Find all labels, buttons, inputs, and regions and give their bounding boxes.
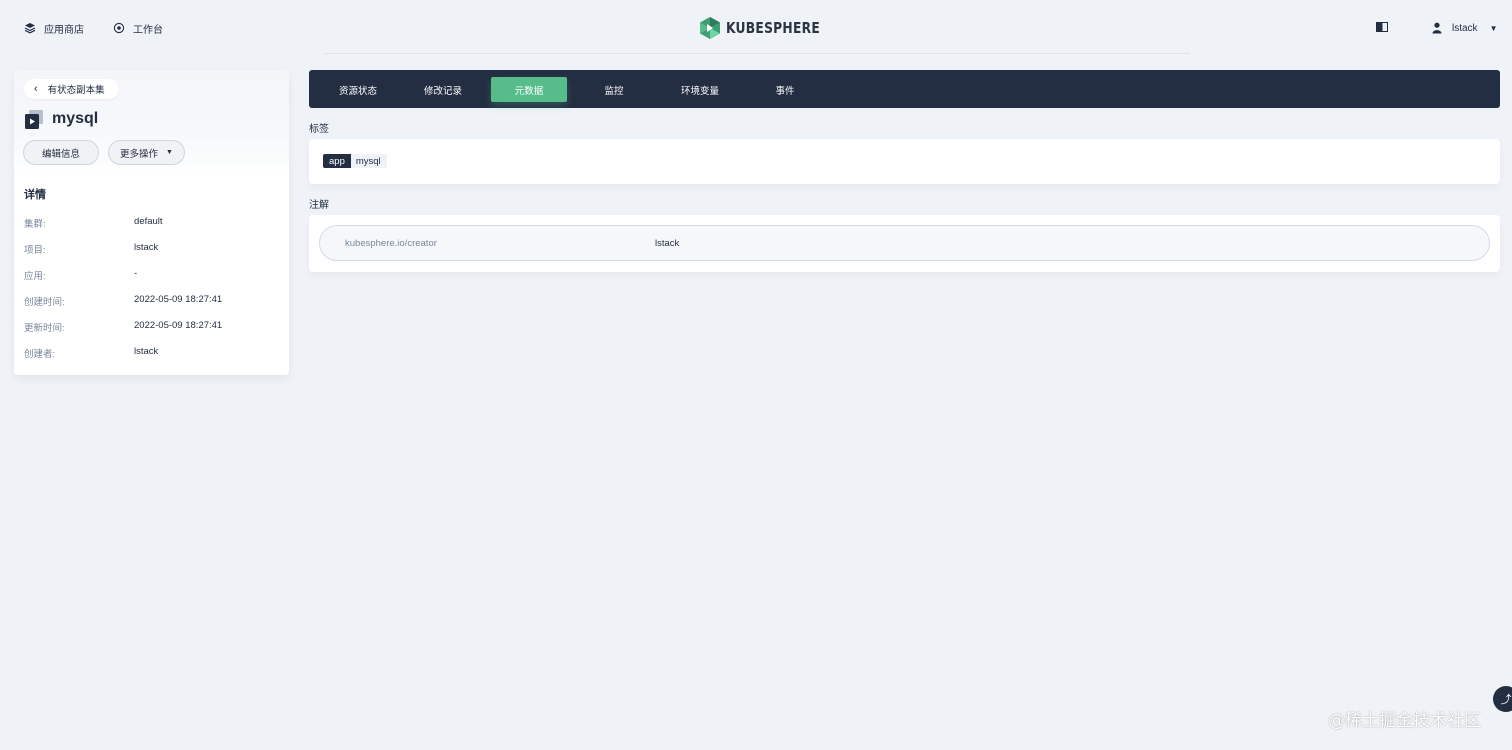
tab-revision-records[interactable]: 修改记录	[408, 77, 478, 102]
annotations-panel: kubesphere.io/creator lstack	[309, 215, 1500, 272]
back-button[interactable]: ‹ 有状态副本集	[24, 79, 119, 99]
detail-value: default	[134, 216, 163, 227]
tab-monitoring[interactable]: 监控	[579, 77, 649, 102]
detail-key: 集群:	[24, 219, 46, 230]
chevron-down-icon: ▼	[1489, 23, 1498, 33]
tab-environment-variables[interactable]: 环境变量	[665, 77, 735, 102]
top-bar: 应用商店 工作台 KUBESPHERE lstack ▼	[0, 0, 1512, 56]
detail-key: 创建时间:	[24, 297, 65, 308]
tab-label: 事件	[775, 85, 795, 97]
detail-value: 2022-05-09 18:27:41	[134, 294, 223, 305]
label-key: app	[323, 154, 351, 168]
resource-name: mysql	[52, 110, 99, 127]
user-menu[interactable]: lstack ▼	[1432, 20, 1497, 36]
theme-toggle-icon[interactable]	[1376, 22, 1388, 32]
label-value: mysql	[350, 154, 387, 168]
detail-row: 创建时间: 2022-05-09 18:27:41	[24, 294, 284, 308]
user-icon	[1432, 22, 1442, 34]
detail-value: lstack	[134, 242, 159, 253]
kubesphere-logo[interactable]: KUBESPHERE	[700, 16, 841, 40]
app-store-icon	[24, 23, 36, 34]
tab-events[interactable]: 事件	[750, 77, 820, 102]
tab-metadata[interactable]: 元数据	[491, 77, 567, 102]
edit-info-button[interactable]: 编辑信息	[23, 140, 99, 165]
detail-row: 项目: lstack	[24, 242, 284, 256]
nav-app-store-label: 应用商店	[44, 24, 84, 36]
detail-row: 更新时间: 2022-05-09 18:27:41	[24, 320, 284, 334]
kubesphere-logo-icon	[700, 17, 720, 39]
tab-label: 元数据	[514, 85, 544, 97]
detail-value: lstack	[134, 346, 159, 357]
detail-key: 创建者:	[24, 349, 56, 360]
more-actions-button[interactable]: 更多操作 ▼	[108, 140, 185, 165]
detail-row: 集群: default	[24, 216, 284, 230]
detail-key: 更新时间:	[24, 323, 65, 334]
tab-label: 环境变量	[680, 85, 719, 97]
resource-detail-card: ‹ 有状态副本集 mysql 编辑信息 更多操作 ▼ 详情 集群: defaul…	[14, 70, 289, 375]
tab-label: 资源状态	[338, 85, 377, 97]
detail-row: 应用: -	[24, 268, 284, 282]
hammer-icon: ⤴	[1500, 694, 1512, 706]
detail-value: -	[134, 268, 138, 279]
labels-panel: app mysql	[309, 139, 1500, 184]
annotation-row: kubesphere.io/creator lstack	[319, 225, 1490, 261]
detail-value: 2022-05-09 18:27:41	[134, 320, 223, 331]
tab-resource-status[interactable]: 资源状态	[323, 77, 393, 102]
annotations-section-title: 注解	[309, 200, 329, 211]
workbench-icon	[113, 22, 125, 34]
nav-workbench-label: 工作台	[133, 24, 163, 36]
labels-section-title: 标签	[309, 124, 329, 135]
tools-float-button[interactable]: ⤴	[1493, 686, 1512, 712]
detail-row: 创建者: lstack	[24, 346, 284, 360]
tab-label: 修改记录	[423, 85, 462, 97]
chevron-down-icon: ▼	[166, 149, 173, 156]
watermark: @稀土掘金技术社区	[1328, 711, 1481, 731]
nav-workbench[interactable]: 工作台	[113, 20, 163, 36]
details-title: 详情	[24, 189, 46, 201]
back-button-label: 有状态副本集	[47, 85, 105, 96]
header-divider	[324, 53, 1190, 54]
detail-key: 应用:	[24, 271, 46, 282]
edit-info-label: 编辑信息	[41, 148, 80, 160]
statefulset-icon	[25, 110, 43, 129]
detail-key: 项目:	[24, 245, 46, 256]
annotation-value: lstack	[655, 238, 680, 249]
resource-header: ‹ 有状态副本集 mysql 编辑信息 更多操作 ▼	[14, 70, 289, 176]
nav-app-store[interactable]: 应用商店	[24, 20, 84, 36]
logo-text: KUBESPHERE	[726, 19, 820, 37]
chevron-left-icon: ‹	[34, 82, 38, 95]
label-tag: app mysql	[323, 154, 387, 168]
tab-bar: 资源状态 修改记录 元数据 监控 环境变量 事件	[309, 70, 1500, 108]
user-name: lstack	[1452, 22, 1478, 34]
more-actions-label: 更多操作	[120, 148, 159, 160]
tab-label: 监控	[604, 85, 624, 97]
annotation-key: kubesphere.io/creator	[345, 238, 437, 249]
